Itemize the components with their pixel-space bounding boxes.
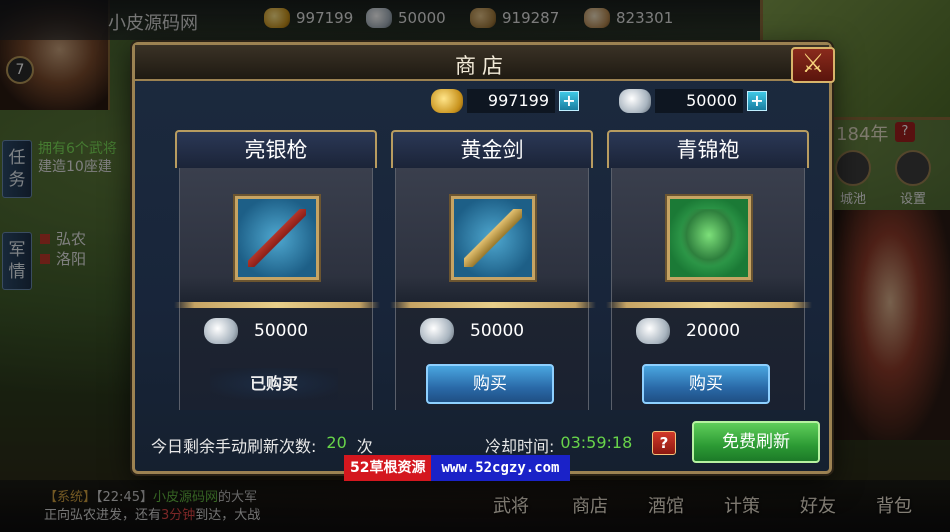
buy-button[interactable]: 购买 [642, 364, 770, 404]
gold-balance-value: 997199 [467, 89, 555, 113]
item-price: 50000 [420, 318, 524, 344]
refresh-count-value: 20 [326, 433, 347, 452]
shop-title: 商店 [455, 54, 509, 78]
item-card-body: 20000 购买 [606, 168, 812, 410]
divider [606, 302, 812, 308]
cooldown-label: 冷却时间: [485, 437, 555, 456]
cooldown-row: 冷却时间: 03:59:18 [485, 433, 632, 457]
sword-icon [464, 209, 522, 267]
item-price-value: 20000 [686, 321, 741, 341]
crossed-swords-close-icon: ⚔ [801, 49, 825, 79]
free-refresh-button[interactable]: 免费刷新 [692, 421, 820, 463]
refresh-count-label: 今日剩余手动刷新次数: [151, 437, 317, 456]
item-price: 20000 [636, 318, 740, 344]
buy-button[interactable]: 购买 [426, 364, 554, 404]
spear-icon [248, 209, 306, 267]
shop-item-card: 青锦袍 20000 购买 [606, 130, 812, 410]
gold-ingot-icon [431, 89, 463, 113]
purchased-label: 已购买 [210, 368, 338, 400]
item-card-body: 50000 购买 [390, 168, 596, 410]
item-name: 黄金剑 [391, 130, 593, 168]
silver-ingot-icon [420, 318, 454, 344]
silver-ingot-icon [619, 89, 651, 113]
watermark-right: www.52cgzy.com [431, 455, 570, 481]
watermark-banner: 52草根资源 www.52cgzy.com [344, 455, 570, 481]
divider [174, 302, 380, 308]
shop-title-bar: 商店 [135, 45, 829, 81]
shop-gold-balance: 997199 + [431, 89, 579, 113]
item-image[interactable] [667, 196, 751, 280]
refresh-count-unit: 次 [356, 437, 373, 456]
shop-item-card: 亮银枪 50000 已购买 [174, 130, 380, 410]
robe-icon [680, 209, 738, 267]
help-button[interactable]: ? [652, 431, 676, 455]
item-card-body: 50000 已购买 [174, 168, 380, 410]
item-price-value: 50000 [254, 321, 309, 341]
add-gold-button[interactable]: + [559, 91, 579, 111]
item-image[interactable] [235, 196, 319, 280]
shop-silver-balance: 50000 + [619, 89, 767, 113]
item-price-value: 50000 [470, 321, 525, 341]
item-name: 青锦袍 [607, 130, 809, 168]
divider [390, 302, 596, 308]
cooldown-timer: 03:59:18 [560, 433, 633, 452]
refresh-count-row: 今日剩余手动刷新次数: 20 次 [151, 433, 373, 457]
silver-ingot-icon [204, 318, 238, 344]
silver-ingot-icon [636, 318, 670, 344]
item-name: 亮银枪 [175, 130, 377, 168]
shop-dialog: 商店 ⚔ 997199 + 50000 + 亮银枪 50000 已购买 黄金剑 [132, 42, 835, 474]
shop-item-card: 黄金剑 50000 购买 [390, 130, 596, 410]
silver-balance-value: 50000 [655, 89, 743, 113]
add-silver-button[interactable]: + [747, 91, 767, 111]
watermark-left: 52草根资源 [344, 455, 432, 481]
close-button[interactable]: ⚔ [791, 47, 835, 83]
item-image[interactable] [451, 196, 535, 280]
item-price: 50000 [204, 318, 308, 344]
